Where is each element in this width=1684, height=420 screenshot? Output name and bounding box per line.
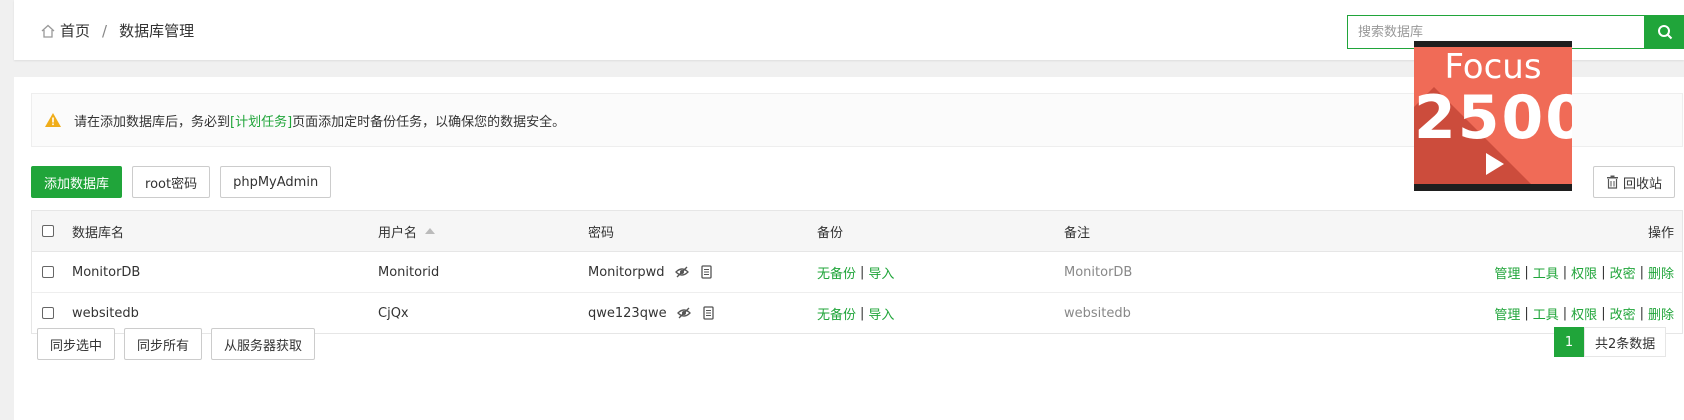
play-icon[interactable] bbox=[1486, 153, 1504, 175]
root-password-button[interactable]: root密码 bbox=[132, 166, 211, 198]
select-all-checkbox[interactable] bbox=[42, 225, 54, 237]
db-remark[interactable]: MonitorDB bbox=[1064, 252, 1132, 292]
backup-status-link[interactable]: 无备份 bbox=[817, 304, 856, 323]
header-backup: 备份 bbox=[817, 225, 844, 241]
permission-link[interactable]: 权限 bbox=[1571, 263, 1597, 282]
eye-off-icon[interactable] bbox=[676, 306, 691, 320]
recycle-bin-label: 回收站 bbox=[1623, 176, 1663, 192]
thumbnail-title: Focus bbox=[1444, 47, 1542, 87]
table-row: websitedb CjQx qwe123qwe 无备份 | 导入 websit… bbox=[32, 293, 1682, 333]
trash-icon bbox=[1607, 175, 1618, 189]
change-password-link[interactable]: 改密 bbox=[1610, 304, 1636, 323]
pagination: 1 共2条数据 bbox=[1554, 327, 1667, 357]
header-password: 密码 bbox=[588, 225, 615, 241]
breadcrumb-current: 数据库管理 bbox=[119, 22, 195, 40]
delete-link[interactable]: 删除 bbox=[1648, 263, 1674, 282]
row-operations: 管理 | 工具 | 权限 | 改密 | 删除 bbox=[1494, 263, 1674, 282]
notice-text-after: 页面添加定时备份任务，以确保您的数据安全。 bbox=[292, 114, 566, 130]
row-checkbox[interactable] bbox=[42, 266, 54, 278]
backup-status-link[interactable]: 无备份 bbox=[817, 263, 856, 282]
header-db-name[interactable]: 数据库名 bbox=[72, 211, 124, 251]
search-icon bbox=[1658, 25, 1673, 40]
copy-icon[interactable] bbox=[701, 306, 715, 320]
db-name: websitedb bbox=[72, 305, 139, 321]
recycle-bin-button[interactable]: 回收站 bbox=[1593, 166, 1676, 198]
phpmyadmin-button[interactable]: phpMyAdmin bbox=[220, 166, 332, 198]
bottom-toolbar: 同步选中 同步所有 从服务器获取 bbox=[37, 328, 316, 360]
toolbar: 添加数据库 root密码 phpMyAdmin bbox=[31, 166, 332, 198]
copy-icon[interactable] bbox=[699, 265, 713, 279]
sort-up-icon bbox=[425, 228, 436, 234]
db-username: CjQx bbox=[378, 305, 409, 321]
delete-link[interactable]: 删除 bbox=[1648, 304, 1674, 323]
table-row: MonitorDB Monitorid Monitorpwd 无备份 | 导入 … bbox=[32, 252, 1682, 293]
thumbnail-count: 2500 bbox=[1414, 83, 1572, 153]
search-button[interactable] bbox=[1644, 15, 1684, 49]
sync-all-button[interactable]: 同步所有 bbox=[124, 328, 203, 360]
header-username-label: 用户名 bbox=[378, 225, 418, 241]
home-icon[interactable] bbox=[40, 23, 56, 39]
add-database-button[interactable]: 添加数据库 bbox=[31, 166, 123, 198]
db-name: MonitorDB bbox=[72, 264, 141, 280]
header-remark: 备注 bbox=[1064, 225, 1091, 241]
notice-text-before: 请在添加数据库后，务必到 bbox=[74, 114, 231, 130]
tools-link[interactable]: 工具 bbox=[1533, 304, 1559, 323]
table-header: 数据库名 用户名 密码 备份 备注 操作 bbox=[32, 211, 1682, 252]
manage-link[interactable]: 管理 bbox=[1494, 263, 1520, 282]
warning-icon bbox=[45, 113, 61, 127]
db-password: qwe123qwe bbox=[588, 305, 667, 321]
page-total: 共2条数据 bbox=[1584, 327, 1667, 357]
change-password-link[interactable]: 改密 bbox=[1610, 263, 1636, 282]
db-remark[interactable]: websitedb bbox=[1064, 293, 1131, 333]
import-link[interactable]: 导入 bbox=[868, 304, 894, 323]
db-password: Monitorpwd bbox=[588, 264, 665, 280]
fetch-from-server-button[interactable]: 从服务器获取 bbox=[211, 328, 316, 360]
breadcrumb-separator: / bbox=[102, 21, 108, 40]
header-username[interactable]: 用户名 bbox=[378, 211, 436, 251]
video-thumbnail[interactable]: Focus 2500 bbox=[1414, 41, 1572, 191]
database-table: 数据库名 用户名 密码 备份 备注 操作 MonitorDB Monitorid… bbox=[31, 210, 1683, 334]
db-username: Monitorid bbox=[378, 264, 440, 280]
sync-selected-button[interactable]: 同步选中 bbox=[37, 328, 116, 360]
breadcrumb: 首页 / 数据库管理 bbox=[40, 20, 194, 41]
import-link[interactable]: 导入 bbox=[868, 263, 894, 282]
row-checkbox[interactable] bbox=[42, 307, 54, 319]
tools-link[interactable]: 工具 bbox=[1533, 263, 1559, 282]
breadcrumb-home[interactable]: 首页 bbox=[60, 20, 90, 41]
header-operations: 操作 bbox=[1647, 225, 1674, 241]
cron-task-link[interactable]: [计划任务] bbox=[230, 111, 292, 130]
manage-link[interactable]: 管理 bbox=[1494, 304, 1520, 323]
page-number-current[interactable]: 1 bbox=[1554, 327, 1584, 357]
eye-off-icon[interactable] bbox=[674, 265, 689, 279]
permission-link[interactable]: 权限 bbox=[1571, 304, 1597, 323]
